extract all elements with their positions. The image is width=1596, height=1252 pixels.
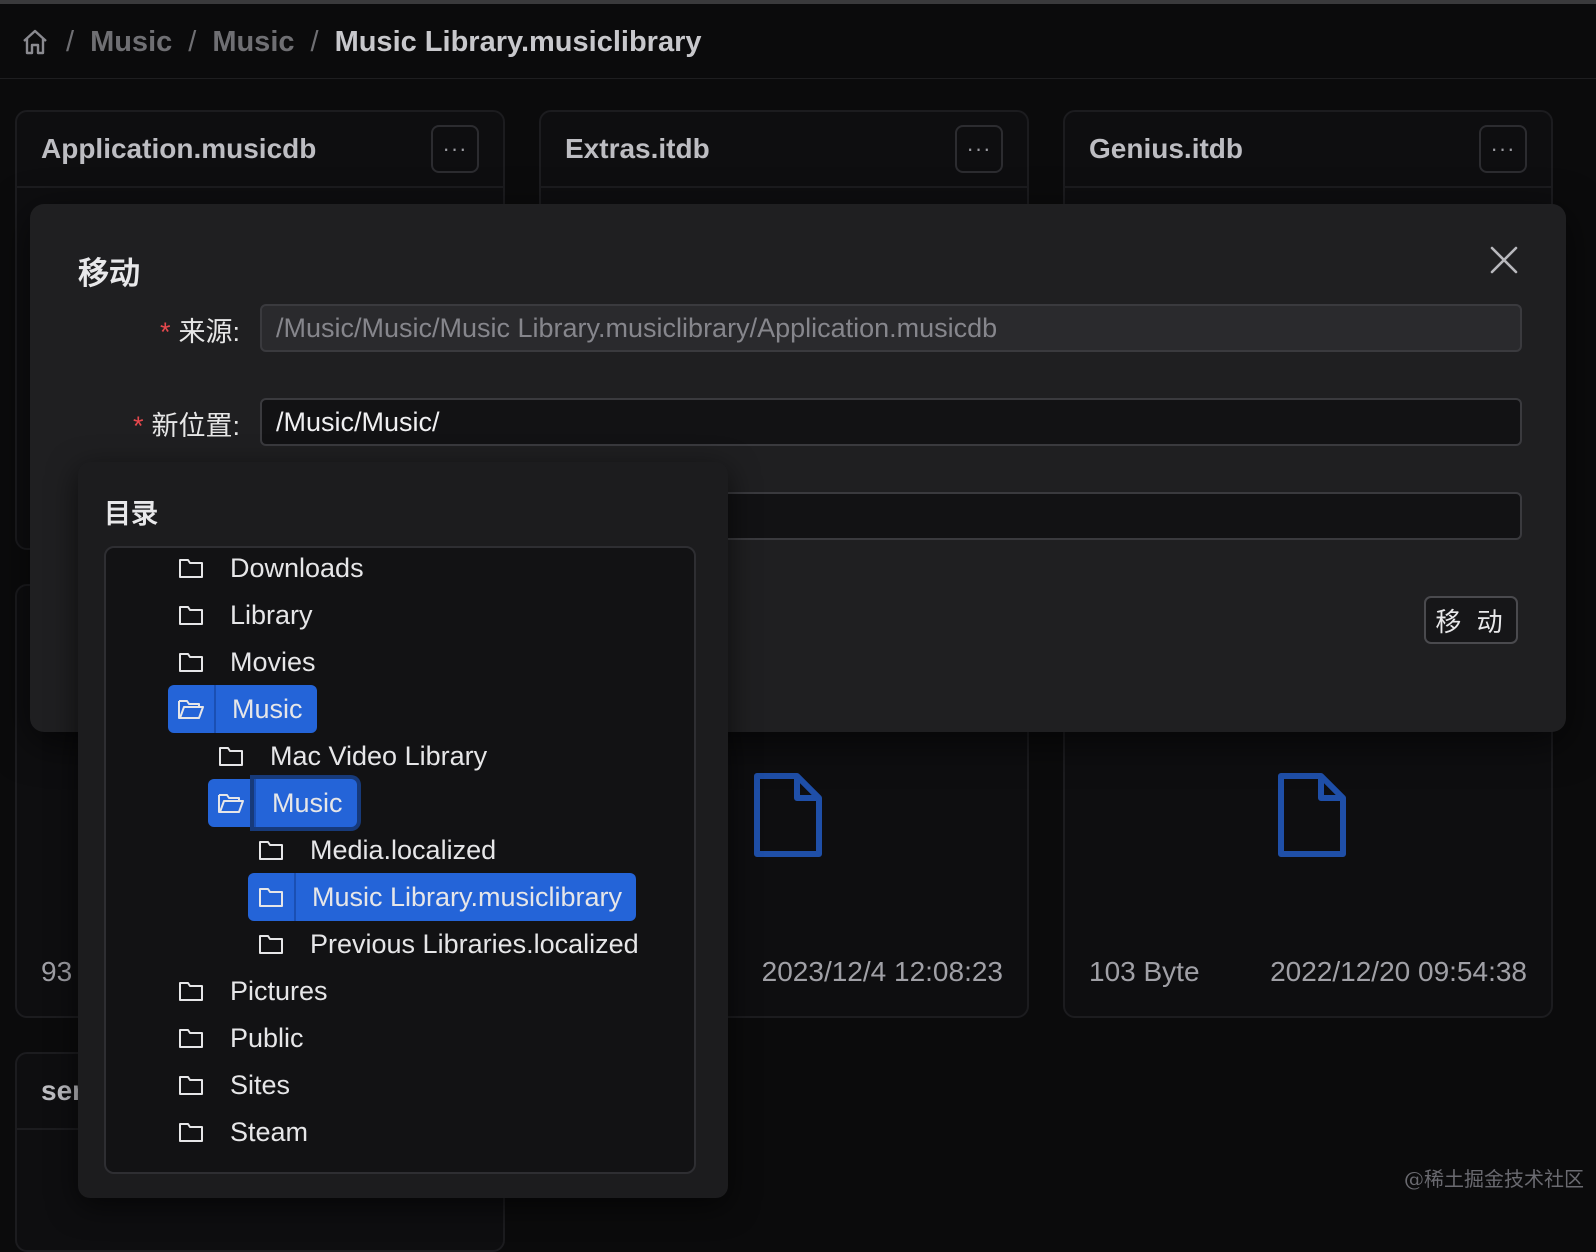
tree-item[interactable]: Mac Video Library xyxy=(208,732,501,780)
tree-item[interactable]: Movies xyxy=(168,638,330,686)
tree-item[interactable]: Pictures xyxy=(168,967,342,1015)
tree-item-label: Pictures xyxy=(214,967,342,1015)
breadcrumb-item-music-2[interactable]: Music xyxy=(212,26,294,59)
breadcrumb-separator: / xyxy=(66,26,74,59)
breadcrumb-item-current: Music Library.musiclibrary xyxy=(335,26,702,59)
tree-item-label: Previous Libraries.localized xyxy=(294,920,653,968)
tree-item[interactable]: Media.localized xyxy=(248,826,510,874)
folder-icon xyxy=(168,1108,214,1156)
tree-item-label: Media.localized xyxy=(294,826,510,874)
destination-field[interactable]: /Music/Music/ xyxy=(260,398,1522,446)
tree-item[interactable]: Steam xyxy=(168,1108,322,1156)
directory-title: 目录 xyxy=(104,492,158,531)
tree-item-label: Sites xyxy=(214,1061,304,1109)
folder-icon xyxy=(248,873,294,921)
card-title: ser xyxy=(41,1075,83,1107)
tree-item[interactable]: Music xyxy=(208,779,357,827)
folder-icon xyxy=(168,1061,214,1109)
tree-item[interactable]: Previous Libraries.localized xyxy=(248,920,653,968)
tree-item[interactable]: Sites xyxy=(168,1061,304,1109)
breadcrumb-separator: / xyxy=(311,26,319,59)
tree-item-label: Music Library.musiclibrary xyxy=(294,873,636,921)
close-icon[interactable] xyxy=(1486,242,1522,278)
folder-icon xyxy=(248,920,294,968)
tree-item[interactable]: Library xyxy=(168,591,327,639)
directory-tree[interactable]: DownloadsLibraryMoviesMusicMac Video Lib… xyxy=(104,546,696,1174)
tree-item-label: Steam xyxy=(214,1108,322,1156)
tree-item-label: Music xyxy=(214,685,317,733)
source-field: /Music/Music/Music Library.musiclibrary/… xyxy=(260,304,1522,352)
card-title: Genius.itdb xyxy=(1089,133,1243,165)
more-button[interactable]: ··· xyxy=(431,125,479,173)
file-size: 93 xyxy=(41,956,72,988)
folder-icon xyxy=(168,546,214,592)
tree-item[interactable]: Downloads xyxy=(168,546,378,592)
file-modified-date: 2022/12/20 09:54:38 xyxy=(1270,956,1527,988)
breadcrumb: / Music / Music / Music Library.musiclib… xyxy=(20,18,702,66)
folder-open-icon xyxy=(168,685,214,733)
tree-item-label: Music xyxy=(254,779,357,827)
folder-icon xyxy=(208,732,254,780)
watermark: @稀土掘金技术社区 xyxy=(1404,1163,1584,1192)
tree-item-label: Mac Video Library xyxy=(254,732,501,780)
folder-icon xyxy=(168,1014,214,1062)
breadcrumb-item-music[interactable]: Music xyxy=(90,26,172,59)
file-icon xyxy=(1277,772,1347,858)
tree-item[interactable]: Music xyxy=(168,685,317,733)
window-top-border xyxy=(0,0,1596,4)
file-modified-date: 2023/12/4 12:08:23 xyxy=(762,956,1003,988)
more-button[interactable]: ··· xyxy=(1479,125,1527,173)
more-button[interactable]: ··· xyxy=(955,125,1003,173)
folder-icon xyxy=(168,638,214,686)
tree-item-label: Movies xyxy=(214,638,330,686)
card-title: Application.musicdb xyxy=(41,133,316,165)
tree-item-label: Public xyxy=(214,1014,318,1062)
folder-open-icon xyxy=(208,779,254,827)
folder-icon xyxy=(248,826,294,874)
tree-item-label: Downloads xyxy=(214,546,378,592)
tree-item[interactable]: Public xyxy=(168,1014,318,1062)
move-button[interactable]: 移 动 xyxy=(1424,596,1518,644)
folder-icon xyxy=(168,591,214,639)
tree-item-label: Library xyxy=(214,591,327,639)
destination-label: *新位置: xyxy=(30,404,240,443)
file-icon xyxy=(753,772,823,858)
dialog-title: 移动 xyxy=(78,248,140,293)
breadcrumb-separator: / xyxy=(188,26,196,59)
file-size: 103 Byte xyxy=(1089,956,1200,988)
home-icon[interactable] xyxy=(20,27,50,57)
source-label: *来源: xyxy=(30,310,240,349)
folder-icon xyxy=(168,967,214,1015)
directory-popover: 目录 DownloadsLibraryMoviesMusicMac Video … xyxy=(78,462,728,1198)
header-divider xyxy=(0,78,1596,79)
card-title: Extras.itdb xyxy=(565,133,710,165)
tree-item[interactable]: Music Library.musiclibrary xyxy=(248,873,636,921)
